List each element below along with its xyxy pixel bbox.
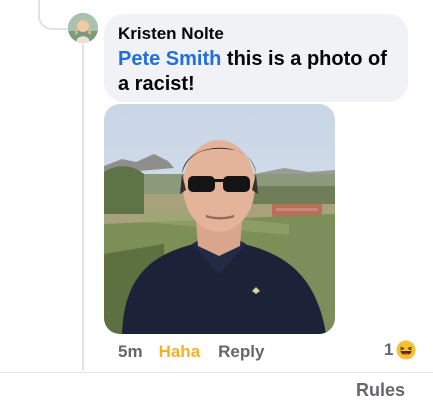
haha-emoji-icon (396, 340, 416, 360)
reply-button[interactable]: Reply (218, 342, 264, 362)
comment-timestamp[interactable]: 5m (118, 342, 143, 362)
thread-connector (38, 0, 68, 30)
divider (0, 372, 433, 373)
user-avatar-icon (68, 13, 98, 43)
avatar[interactable] (68, 13, 98, 43)
comment-thread: Kristen Nolte Pete Smith this is a photo… (0, 0, 433, 400)
comment-author[interactable]: Kristen Nolte (118, 24, 394, 44)
rules-link[interactable]: Rules (356, 380, 405, 400)
thread-line (82, 44, 84, 370)
comment-text: Pete Smith this is a photo of a racist! (118, 47, 394, 97)
comment-photo[interactable] (104, 104, 335, 334)
photo-image (104, 104, 335, 334)
comment-bubble: Kristen Nolte Pete Smith this is a photo… (104, 14, 408, 102)
comment-actions: 5m Haha Reply (118, 341, 264, 363)
reaction-summary[interactable]: 1 (384, 340, 416, 360)
reaction-count: 1 (384, 340, 394, 359)
reaction-button[interactable]: Haha (159, 342, 201, 362)
mention-link[interactable]: Pete Smith (118, 48, 221, 70)
